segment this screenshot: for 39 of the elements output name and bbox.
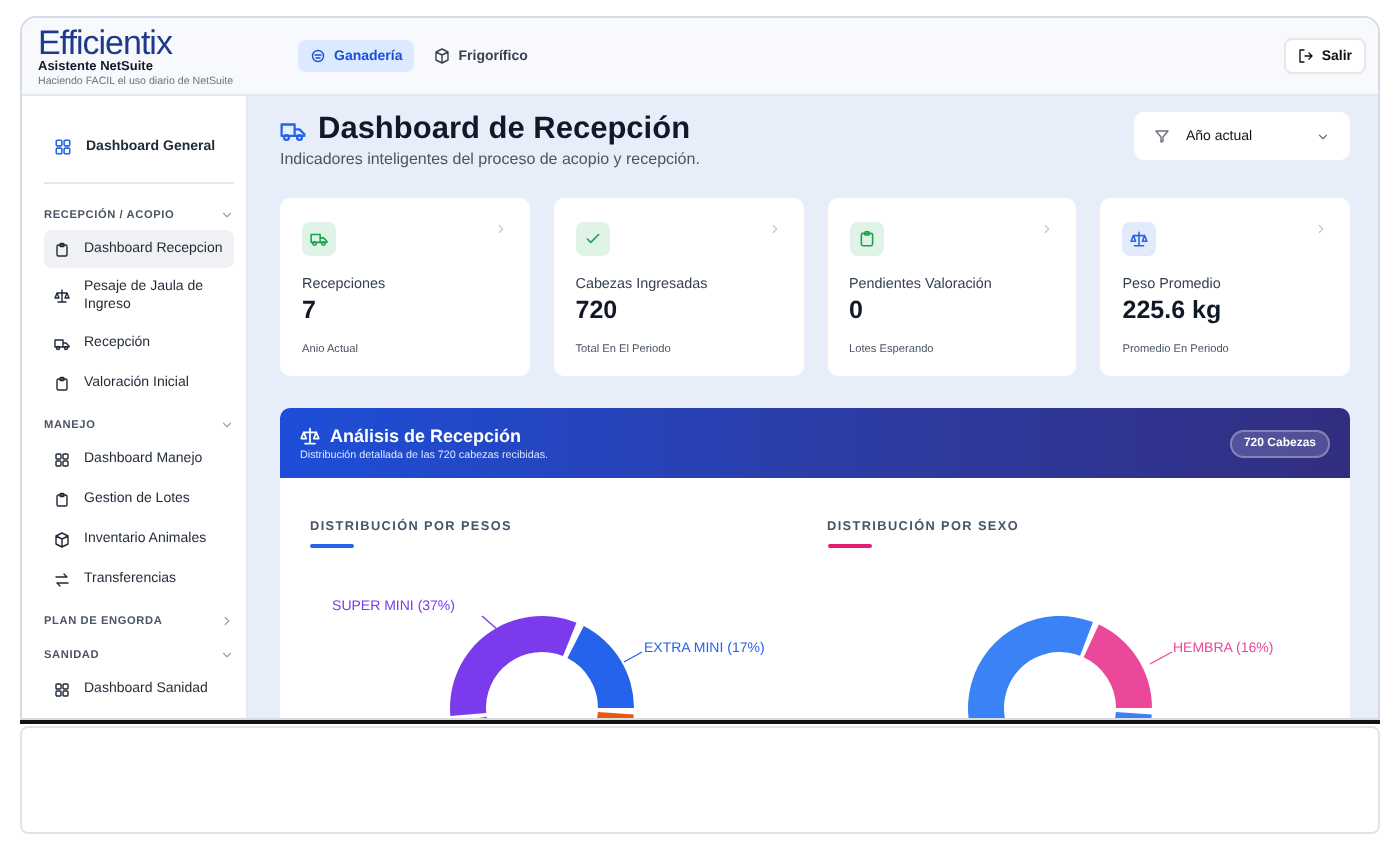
leader-line	[481, 615, 499, 631]
clipboard-icon	[54, 375, 70, 391]
chevron-down-icon	[220, 648, 234, 662]
analysis-title: Análisis de Recepción	[330, 426, 522, 446]
filter-icon	[1154, 128, 1170, 144]
clipboard-icon	[857, 230, 875, 248]
grid-icon	[54, 681, 70, 697]
chevron-right-icon	[767, 222, 781, 236]
chevron-down-icon	[220, 418, 234, 432]
truck-icon	[54, 335, 70, 351]
stat-value: 225.6 kg	[1122, 296, 1224, 324]
stat-value: 720	[575, 296, 620, 324]
truck-icon	[310, 230, 328, 248]
stat-value: 7	[302, 296, 318, 324]
grid-icon	[54, 138, 72, 156]
chevron-down-icon	[1316, 129, 1330, 143]
stat-value: 0	[849, 296, 865, 324]
scale-icon	[54, 288, 70, 304]
leader-line	[623, 651, 643, 663]
chevron-right-icon	[493, 222, 508, 236]
chevron-right-icon	[220, 614, 234, 628]
check-icon	[583, 230, 602, 248]
cube-icon	[434, 48, 451, 64]
truck-icon	[280, 117, 306, 143]
swap-arrows-icon	[54, 571, 70, 587]
cube-icon	[54, 531, 70, 547]
logout-icon	[1297, 48, 1314, 64]
grid-icon	[54, 451, 70, 467]
clipboard-icon	[54, 491, 70, 507]
page-title: Dashboard de Recepción	[318, 112, 691, 148]
page-subtitle: Indicadores inteligentes del proceso de acopio y recepción.	[280, 150, 700, 168]
brand-logo: Efficientix	[38, 25, 175, 59]
chevron-down-icon	[220, 208, 234, 222]
clipboard-icon	[54, 241, 70, 257]
leader-line	[1148, 651, 1172, 665]
chevron-right-icon	[1314, 222, 1328, 236]
scale-icon	[1130, 230, 1149, 248]
scale-icon	[300, 426, 320, 446]
chevron-right-icon	[1040, 222, 1055, 236]
